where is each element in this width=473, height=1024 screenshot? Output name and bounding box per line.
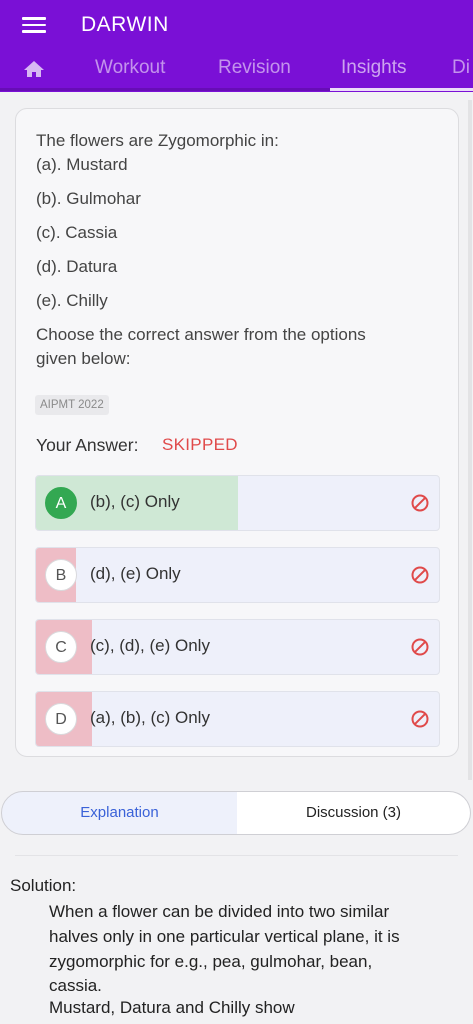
tab-revision[interactable]: Revision: [218, 57, 291, 79]
answer-option-a[interactable]: A (b), (c) Only: [35, 475, 440, 531]
tab-insights[interactable]: Insights: [341, 57, 406, 79]
active-tab-indicator: [330, 88, 473, 91]
option-letter-badge: B: [45, 559, 77, 591]
divider: [15, 855, 458, 856]
block-icon: [411, 494, 429, 512]
your-answer-label: Your Answer:: [36, 435, 139, 455]
tab-discussion[interactable]: Discussion (3): [237, 791, 471, 835]
solution-line: cassia.: [49, 976, 102, 995]
question-card: The flowers are Zygomorphic in: (a). Mus…: [15, 108, 459, 757]
solution-line: When a flower can be divided into two si…: [49, 902, 390, 921]
question-option-a: (a). Mustard: [36, 155, 128, 174]
block-icon: [411, 566, 429, 584]
option-letter-badge: D: [45, 703, 77, 735]
question-instruction-line1: Choose the correct answer from the optio…: [36, 325, 366, 344]
block-icon: [411, 710, 429, 728]
tab-workout[interactable]: Workout: [95, 57, 165, 79]
question-instruction-line2: given below:: [36, 349, 131, 368]
home-icon[interactable]: [22, 59, 46, 79]
question-option-d: (d). Datura: [36, 257, 118, 276]
app-bar: DARWIN Workout Revision Insights Di: [0, 0, 473, 92]
option-letter-badge: C: [45, 631, 77, 663]
option-letter-badge: A: [45, 487, 77, 519]
question-option-c: (c). Cassia: [36, 223, 118, 242]
tab-scroll-track: [0, 88, 330, 91]
question-stem: The flowers are Zygomorphic in:: [36, 131, 279, 150]
answer-option-b[interactable]: B (d), (e) Only: [35, 547, 440, 603]
solution-label: Solution:: [10, 876, 77, 895]
option-text: (b), (c) Only: [90, 492, 180, 511]
solution-line: halves only in one particular vertical p…: [49, 927, 400, 946]
scrollbar[interactable]: [468, 100, 472, 780]
option-text: (a), (b), (c) Only: [90, 708, 210, 727]
question-option-e: (e). Chilly: [36, 291, 108, 310]
solution-line: zygomorphic for e.g., pea, gulmohar, bea…: [49, 952, 373, 971]
menu-icon[interactable]: [22, 17, 46, 33]
solution-line: Mustard, Datura and Chilly show: [49, 998, 295, 1017]
question-option-b: (b). Gulmohar: [36, 189, 141, 208]
answer-option-d[interactable]: D (a), (b), (c) Only: [35, 691, 440, 747]
top-tabs: Workout Revision Insights Di: [0, 50, 473, 92]
answer-option-c[interactable]: C (c), (d), (e) Only: [35, 619, 440, 675]
tab-explanation[interactable]: Explanation: [1, 791, 238, 835]
your-answer-status: SKIPPED: [162, 435, 238, 454]
app-title: DARWIN: [81, 13, 169, 36]
block-icon: [411, 638, 429, 656]
option-text: (d), (e) Only: [90, 564, 181, 583]
tab-partial[interactable]: Di: [452, 57, 470, 79]
option-text: (c), (d), (e) Only: [90, 636, 210, 655]
exam-tag: AIPMT 2022: [35, 395, 109, 415]
